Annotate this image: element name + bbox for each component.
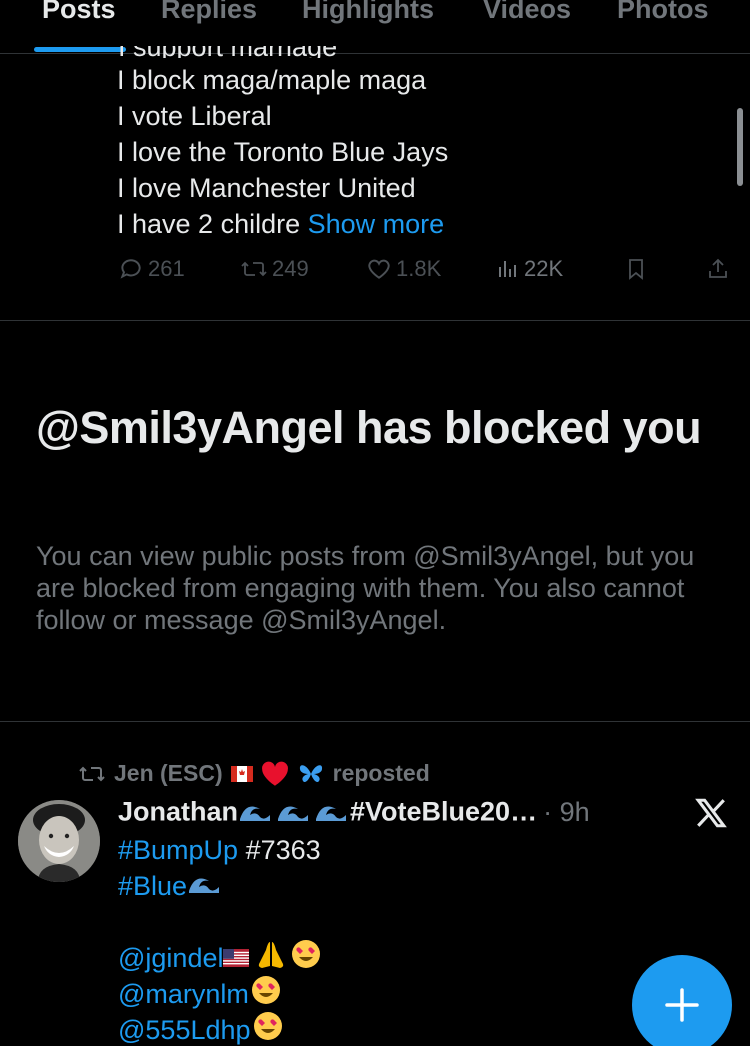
post-text-line: @marynlm (118, 974, 323, 1015)
post-text-line: @jgindel (118, 938, 323, 979)
post-time[interactable]: · 9h (543, 797, 590, 828)
reply-icon (120, 259, 141, 279)
like-icon (368, 259, 390, 279)
reply-count: 261 (148, 256, 185, 281)
reposted-label: reposted (332, 760, 430, 786)
bookmark-icon (629, 259, 643, 280)
divider (0, 320, 750, 321)
heart-eyes-emoji-icon (249, 974, 283, 1015)
tab-videos[interactable]: Videos (483, 0, 571, 25)
post-text-line: I love the Toronto Blue Jays (117, 137, 449, 167)
views-button[interactable]: 22K (496, 256, 563, 282)
heart-eyes-emoji-icon (251, 1010, 285, 1046)
heart-eyes-emoji-icon (289, 938, 323, 979)
repost-context[interactable]: Jen (ESC) reposted (78, 760, 430, 787)
post-text-cutoff-line: I support marriage (118, 46, 358, 58)
mention-link[interactable]: @555Ldhp (118, 1012, 251, 1046)
post-author-row: Jonathan #VoteBlue20… · 9h (118, 795, 590, 832)
post-action-bar: 261 249 1.8K 22K (118, 256, 738, 292)
repost-icon (241, 261, 267, 277)
blocked-title: @Smil3yAngel has blocked you (36, 402, 702, 453)
tab-posts[interactable]: Posts (42, 0, 116, 25)
blocked-description: You can view public posts from @Smil3yAn… (36, 541, 695, 635)
profile-tabs: Posts Replies Highlights Videos Photos (0, 0, 750, 54)
post-text-line: I vote Liberal (117, 101, 272, 131)
post-text-line: I block maga/maple maga (117, 65, 427, 95)
mention-link[interactable]: @marynlm (118, 976, 249, 1012)
post-text: I block maga/maple maga I vote Liberal I… (117, 62, 448, 242)
divider (0, 721, 750, 722)
share-icon (709, 258, 727, 278)
repost-button[interactable]: 249 (240, 256, 309, 282)
reply-button[interactable]: 261 (118, 256, 185, 282)
folded-hands-icon (253, 938, 289, 979)
author-name[interactable]: Jonathan #VoteBlue20… (118, 795, 537, 832)
red-heart-icon (261, 761, 288, 786)
us-flag-icon (223, 940, 250, 976)
wave-emoji-icon (238, 795, 350, 832)
scrollbar[interactable] (737, 108, 743, 186)
compose-plus-icon (665, 988, 699, 1022)
tab-highlights[interactable]: Highlights (302, 0, 434, 25)
post-text: #BumpUp #7363 #Blue @jgindel @marynlm @5… (118, 832, 323, 1046)
share-button[interactable] (706, 256, 730, 282)
mention-link[interactable]: @jgindel (118, 940, 223, 976)
repost-icon (79, 766, 105, 781)
hashtag-link[interactable]: #Blue (118, 868, 187, 904)
tab-photos[interactable]: Photos (617, 0, 709, 25)
post-text-last-line: I have 2 childre Show more (117, 206, 448, 242)
blue-butterfly-icon (299, 764, 322, 782)
canada-flag-icon (230, 765, 253, 782)
x-logo-icon (695, 798, 727, 828)
post-text-truncated: I have 2 childre (117, 209, 301, 239)
post-text-line: I love Manchester United (117, 173, 416, 203)
hashtag-link[interactable]: #BumpUp (118, 832, 238, 868)
wave-emoji-icon (187, 867, 223, 906)
compose-button[interactable] (632, 955, 732, 1046)
views-count: 22K (524, 256, 564, 281)
bookmark-button[interactable] (624, 256, 648, 282)
show-more-link[interactable]: Show more (308, 209, 445, 239)
reposter-name[interactable]: Jen (ESC) (114, 760, 223, 787)
post-text-line: #Blue (118, 868, 323, 904)
views-icon (499, 261, 516, 277)
like-count: 1.8K (396, 256, 442, 281)
avatar[interactable] (18, 800, 100, 882)
tab-replies[interactable]: Replies (161, 0, 257, 25)
like-button[interactable]: 1.8K (366, 256, 441, 282)
repost-count: 249 (272, 256, 309, 281)
post-text-line: #BumpUp #7363 (118, 832, 323, 868)
post-text-line: @555Ldhp (118, 1010, 323, 1046)
active-tab-indicator (34, 47, 126, 52)
